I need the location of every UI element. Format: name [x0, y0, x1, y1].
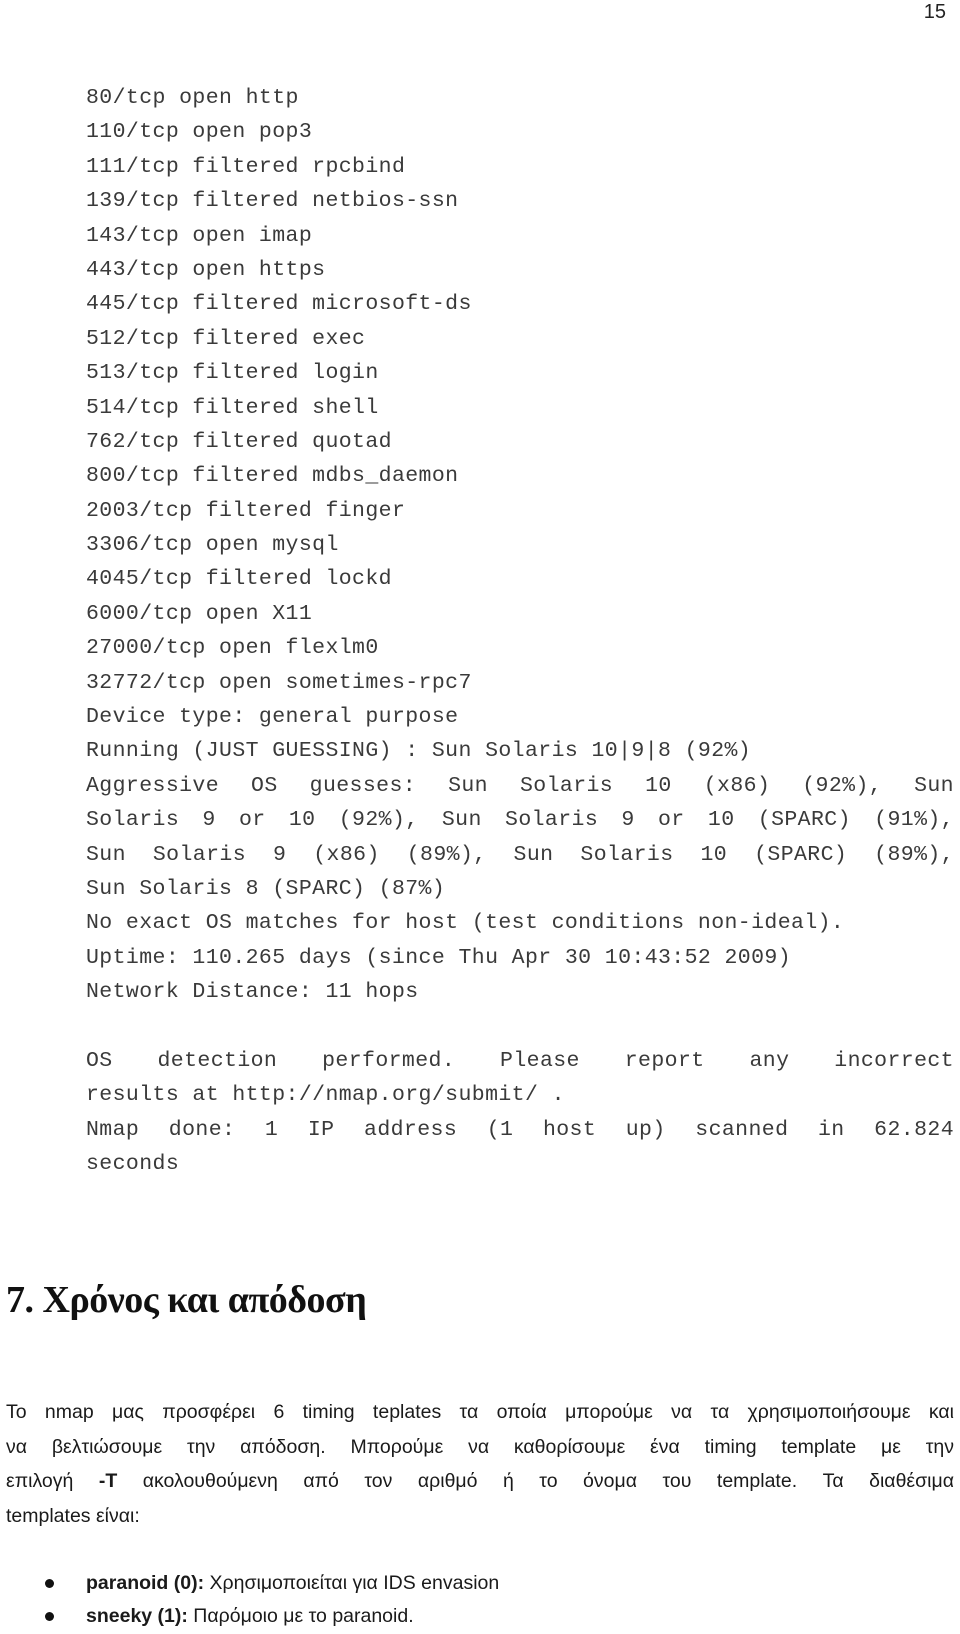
list-item: paranoid (0): Χρησιμοποιείται για IDS en… [0, 1567, 960, 1600]
uptime-line: Uptime: 110.265 days (since Thu Apr 30 1… [86, 945, 792, 970]
os-guess-line: Sun Solaris 8 (SPARC) (87%) [86, 876, 446, 901]
port-line: 27000/tcp open flexlm0 [86, 636, 379, 661]
no-exact-match-line: No exact OS matches for host (test condi… [86, 911, 845, 936]
paragraph-line: templates είναι: [6, 1504, 140, 1527]
port-line: 80/tcp open http [86, 86, 299, 110]
device-type-line: Device type: general purpose [86, 705, 459, 730]
port-line: 4045/tcp filtered lockd [86, 567, 392, 592]
port-line: 445/tcp filtered microsoft-ds [86, 292, 472, 317]
template-name: sneeky (1): [86, 1605, 188, 1627]
paragraph-line: επιλογή -T ακολουθούμενη από τον αριθμό … [6, 1464, 954, 1499]
paragraph-line: να βελτιώσουμε την απόδοση. Μπορούμε να … [6, 1435, 954, 1458]
port-line: 2003/tcp filtered finger [86, 498, 406, 523]
port-line: 762/tcp filtered quotad [86, 429, 392, 454]
running-os-line: Running (JUST GUESSING) : Sun Solaris 10… [86, 739, 752, 764]
port-line: 143/tcp open imap [86, 223, 313, 248]
timing-templates-list: paranoid (0): Χρησιμοποιείται για IDS en… [0, 1567, 960, 1633]
port-line: 110/tcp open pop3 [86, 120, 313, 145]
template-description: Χρησιμοποιείται για IDS envasion [204, 1572, 500, 1594]
os-guess-line: Aggressive OS guesses: Sun Solaris 10 (x… [86, 773, 954, 798]
footer-line: seconds [86, 1152, 180, 1177]
page-number: 15 [923, 1, 946, 23]
footer-line: results at http://nmap.org/submit/ . [86, 1083, 565, 1108]
port-line: 800/tcp filtered mdbs_daemon [86, 464, 459, 489]
port-line: 514/tcp filtered shell [86, 395, 379, 420]
bullet-icon [45, 1579, 54, 1588]
bullet-icon [45, 1612, 54, 1621]
port-line: 32772/tcp open sometimes-rpc7 [86, 670, 472, 695]
template-name: paranoid (0): [86, 1572, 205, 1594]
port-line: 6000/tcp open X11 [86, 601, 313, 626]
paragraph-text: ακολουθούμενη από τον αριθμό ή το όνομα … [117, 1470, 954, 1492]
nmap-output-block: 80/tcp open http 110/tcp open pop3 111/t… [86, 81, 954, 1182]
paragraph-line: Το nmap μας προσφέρει 6 timing teplates … [6, 1401, 954, 1423]
port-line: 513/tcp filtered login [86, 361, 379, 386]
port-line: 139/tcp filtered netbios-ssn [86, 189, 459, 214]
section-heading: 7. Χρόνος και απόδοση [6, 1279, 367, 1321]
port-line: 3306/tcp open mysql [86, 533, 339, 558]
port-line: 111/tcp filtered rpcbind [86, 154, 406, 179]
footer-line: OS detection performed. Please report an… [86, 1048, 954, 1073]
port-line: 512/tcp filtered exec [86, 326, 366, 351]
template-description: Παρόμοιο με το paranoid. [187, 1605, 414, 1627]
option-flag: -T [98, 1470, 118, 1492]
list-item: sneeky (1): Παρόμοιο με το paranoid. [0, 1600, 960, 1633]
os-guess-line: Sun Solaris 9 (x86) (89%), Sun Solaris 1… [86, 842, 954, 867]
paragraph-text: επιλογή [6, 1470, 99, 1492]
network-distance-line: Network Distance: 11 hops [86, 980, 419, 1005]
port-line: 443/tcp open https [86, 257, 326, 282]
section-paragraph: Το nmap μας προσφέρει 6 timing teplates … [6, 1395, 954, 1533]
os-guess-line: Solaris 9 or 10 (92%), Sun Solaris 9 or … [86, 808, 954, 833]
footer-line: Nmap done: 1 IP address (1 host up) scan… [86, 1117, 954, 1142]
